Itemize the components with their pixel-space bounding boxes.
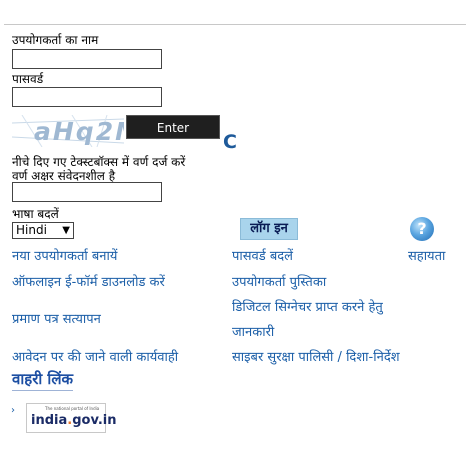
username-input[interactable] (12, 49, 162, 69)
language-label: भाषा बदलें (12, 207, 59, 221)
language-selected-value: Hindi (16, 223, 47, 237)
offline-eform-link[interactable]: ऑफलाइन ई-फॉर्म डाउनलोड करें (12, 272, 165, 290)
external-links-title: वाहरी लिंक (12, 369, 74, 391)
chevron-down-icon: ▼ (62, 225, 70, 236)
help-icon[interactable]: ? (410, 217, 434, 241)
language-select[interactable]: Hindi ▼ (12, 222, 74, 239)
captcha-refresh-icon[interactable]: C (223, 133, 237, 152)
application-action-link[interactable]: आवेदन पर की जाने वाली कार्यवाही (12, 347, 178, 365)
chevron-right-icon: › (11, 405, 15, 416)
india-gov-tagline: The national portal of India (45, 406, 100, 411)
captcha-input[interactable] (12, 182, 162, 202)
change-password-link[interactable]: पासवर्ड बदलें (232, 246, 293, 264)
digital-signature-link-2[interactable]: जानकारी (232, 322, 274, 340)
captcha-tooltip: Enter Password (126, 115, 220, 159)
username-label: उपयोगकर्ता का नाम (12, 33, 99, 47)
india-gov-label: india.gov.in (31, 413, 117, 428)
cyber-security-link[interactable]: साइबर सुरक्षा पालिसी / दिशा-निर्देश (232, 347, 400, 365)
password-label: पासवर्ड (12, 72, 44, 86)
captcha-text: aHq2M (34, 117, 124, 146)
password-input[interactable] (12, 87, 162, 107)
digital-signature-link[interactable]: डिजिटल सिग्नेचर प्राप्त करने हेतु (232, 297, 383, 315)
login-panel: उपयोगकर्ता का नाम पासवर्ड aHq2M Enter Pa… (4, 24, 466, 465)
user-manual-link[interactable]: उपयोगकर्ता पुस्तिका (232, 272, 326, 290)
help-link[interactable]: सहायता (408, 246, 445, 264)
login-button[interactable]: लॉग इन (240, 218, 298, 240)
captcha-image: aHq2M (12, 115, 124, 147)
india-gov-logo-link[interactable]: The national portal of India india.gov.i… (26, 403, 117, 433)
certificate-verify-link[interactable]: प्रमाण पत्र सत्यापन (12, 309, 101, 327)
new-user-link[interactable]: नया उपयोगकर्ता बनायें (12, 246, 117, 264)
